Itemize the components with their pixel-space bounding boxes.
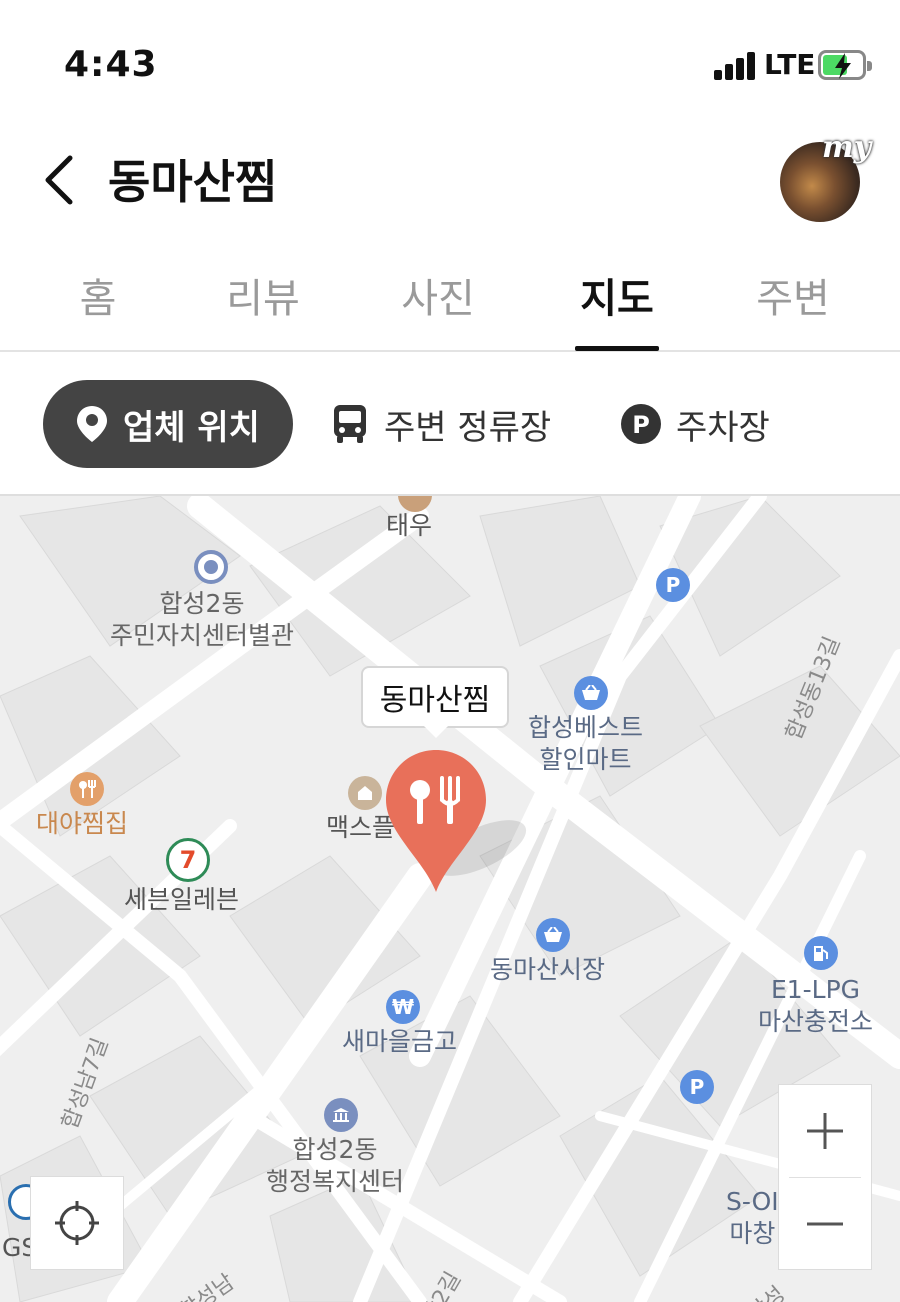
poi-label-market[interactable]: 동마산시장	[490, 954, 605, 986]
tab-nearby[interactable]: 주변	[748, 266, 838, 326]
government-building-icon	[324, 1098, 358, 1132]
building-icon	[348, 776, 382, 810]
callout-tail	[424, 726, 448, 738]
status-bar: 4:43 LTE	[0, 0, 900, 120]
tab-home[interactable]: 홈	[58, 266, 138, 326]
bank-icon: ₩	[386, 990, 420, 1024]
poi-label-restaurant[interactable]: 대야찜집	[36, 808, 128, 840]
nearby-stops-label: 주변 정류장	[384, 407, 552, 448]
zoom-in-button[interactable]	[779, 1085, 871, 1177]
header: 동마산찜 my	[0, 120, 900, 240]
crosshair-icon	[55, 1201, 99, 1245]
active-tab-indicator	[575, 346, 659, 351]
poi-label-bank[interactable]: 새마을금고	[342, 1026, 457, 1058]
location-pin-icon[interactable]	[384, 748, 488, 896]
poi-label-lpg[interactable]: E1-LPG 마산충전소	[758, 974, 873, 1038]
poi-label-admin-center[interactable]: 합성2동 행정복지센터	[266, 1134, 404, 1198]
poi-label-seven-eleven[interactable]: 세븐일레븐	[124, 884, 239, 916]
minus-icon	[807, 1222, 843, 1226]
zoom-controls	[778, 1084, 872, 1270]
zoom-out-button[interactable]	[779, 1178, 871, 1270]
poi-icon-community-center	[194, 550, 228, 584]
poi-label-mart[interactable]: 합성베스트 할인마트	[528, 712, 643, 776]
avatar-badge: my	[822, 130, 872, 165]
parking-label: 주차장	[676, 407, 770, 448]
bus-icon	[330, 403, 370, 445]
tab-reviews[interactable]: 리뷰	[218, 266, 308, 326]
poi-label-taewoo[interactable]: 태우	[386, 510, 432, 542]
signal-icon	[714, 52, 758, 80]
tab-map[interactable]: 지도	[570, 266, 664, 326]
map-pin-icon	[75, 404, 109, 444]
seven-eleven-icon: 7	[166, 838, 210, 882]
business-location-chip[interactable]: 업체 위치	[43, 380, 293, 468]
business-location-label: 업체 위치	[123, 407, 260, 448]
back-button[interactable]	[34, 148, 90, 212]
tab-photos[interactable]: 사진	[393, 266, 483, 326]
parking-marker-icon-2[interactable]: P	[680, 1070, 714, 1104]
market-icon	[536, 918, 570, 952]
nearby-stops-chip[interactable]: 주변 정류장	[330, 380, 551, 468]
page-title: 동마산찜	[108, 155, 278, 209]
gas-station-icon	[804, 936, 838, 970]
poi-label-s-oil[interactable]: S-OI 마창	[726, 1186, 779, 1250]
parking-chip[interactable]: P 주차장	[620, 380, 770, 468]
map-view[interactable]: 태우 합성2동 주민자치센터별관 P 합성베스트 할인마트 대야찜집 맥스플 7…	[0, 496, 900, 1302]
shopping-basket-icon	[574, 676, 608, 710]
restaurant-icon	[70, 772, 104, 806]
poi-label-community-center[interactable]: 합성2동 주민자치센터별관	[110, 588, 294, 652]
map-filter-bar: 업체 위치 주변 정류장 P 주차장	[0, 354, 900, 496]
status-time: 4:43	[64, 44, 158, 85]
chevron-left-icon	[45, 155, 73, 205]
network-type: LTE	[764, 48, 816, 81]
place-callout[interactable]: 동마산찜	[361, 666, 509, 728]
parking-icon: P	[620, 403, 662, 445]
tab-bar: 홈 리뷰 사진 지도 주변	[0, 240, 900, 352]
battery-icon	[818, 50, 872, 80]
plus-icon	[807, 1113, 843, 1149]
svg-text:P: P	[632, 411, 650, 439]
parking-marker-icon[interactable]: P	[656, 568, 690, 602]
current-location-button[interactable]	[30, 1176, 124, 1270]
